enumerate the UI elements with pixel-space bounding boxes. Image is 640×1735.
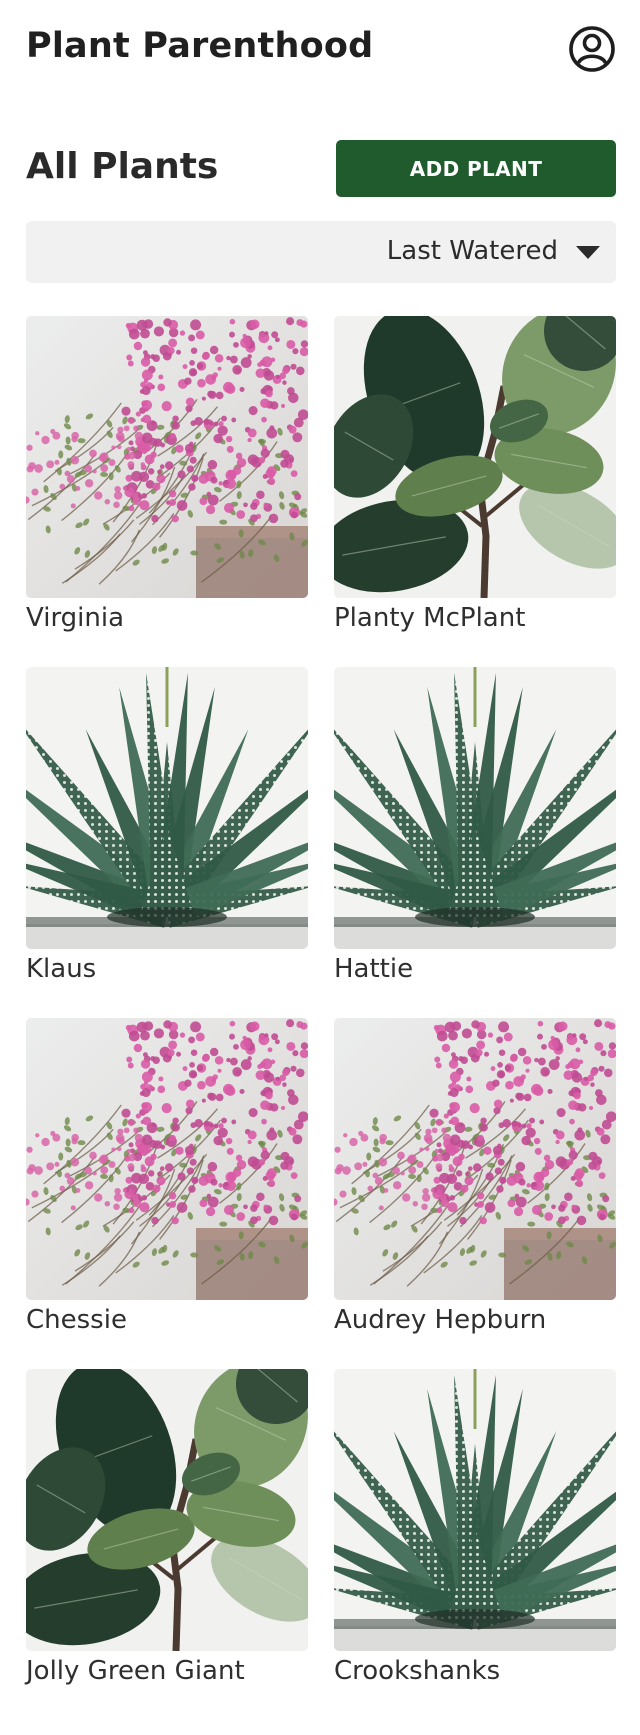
plant-name: Planty McPlant bbox=[334, 603, 526, 633]
plants-toolbar: All Plants ADD PLANT bbox=[26, 140, 616, 198]
plant-card[interactable]: Audrey Hepburn bbox=[334, 1018, 616, 1369]
plant-name: Hattie bbox=[334, 954, 414, 984]
pink-flowering-plant-photo bbox=[334, 1018, 616, 1300]
triangle-down-icon bbox=[576, 246, 600, 259]
zebra-succulent-photo bbox=[26, 667, 308, 949]
add-plant-button[interactable]: ADD PLANT bbox=[336, 140, 616, 197]
plant-card[interactable]: Virginia bbox=[26, 316, 308, 667]
plant-card[interactable]: Planty McPlant bbox=[334, 316, 616, 667]
zebra-succulent-photo bbox=[334, 1369, 616, 1651]
zebra-succulent-photo bbox=[334, 667, 616, 949]
plant-card[interactable]: Hattie bbox=[334, 667, 616, 1018]
plant-card[interactable]: Crookshanks bbox=[334, 1369, 616, 1720]
plant-name: Chessie bbox=[26, 1305, 127, 1335]
fiddle-leaf-fig-photo bbox=[334, 316, 616, 598]
plant-card[interactable]: Klaus bbox=[26, 667, 308, 1018]
plant-grid: Virginia Planty McPlant Klaus Hattie Che… bbox=[26, 316, 616, 1720]
pink-flowering-plant-photo bbox=[26, 1018, 308, 1300]
plant-name: Crookshanks bbox=[334, 1656, 501, 1686]
plant-card[interactable]: Jolly Green Giant bbox=[26, 1369, 308, 1720]
app-screen: Plant Parenthood All Plants ADD PLANT La… bbox=[0, 0, 640, 1735]
fiddle-leaf-fig-photo bbox=[26, 1369, 308, 1651]
app-title: Plant Parenthood bbox=[26, 26, 374, 66]
sort-selected-value: Last Watered bbox=[386, 236, 558, 266]
sort-dropdown[interactable]: Last Watered bbox=[26, 221, 616, 283]
app-header: Plant Parenthood bbox=[26, 22, 616, 82]
plant-name: Jolly Green Giant bbox=[26, 1656, 245, 1686]
plant-card[interactable]: Chessie bbox=[26, 1018, 308, 1369]
user-circle-icon[interactable] bbox=[568, 25, 616, 73]
plant-name: Virginia bbox=[26, 603, 125, 633]
plant-name: Audrey Hepburn bbox=[334, 1305, 547, 1335]
pink-flowering-plant-photo bbox=[26, 316, 308, 598]
section-title: All Plants bbox=[26, 146, 219, 187]
plant-name: Klaus bbox=[26, 954, 97, 984]
